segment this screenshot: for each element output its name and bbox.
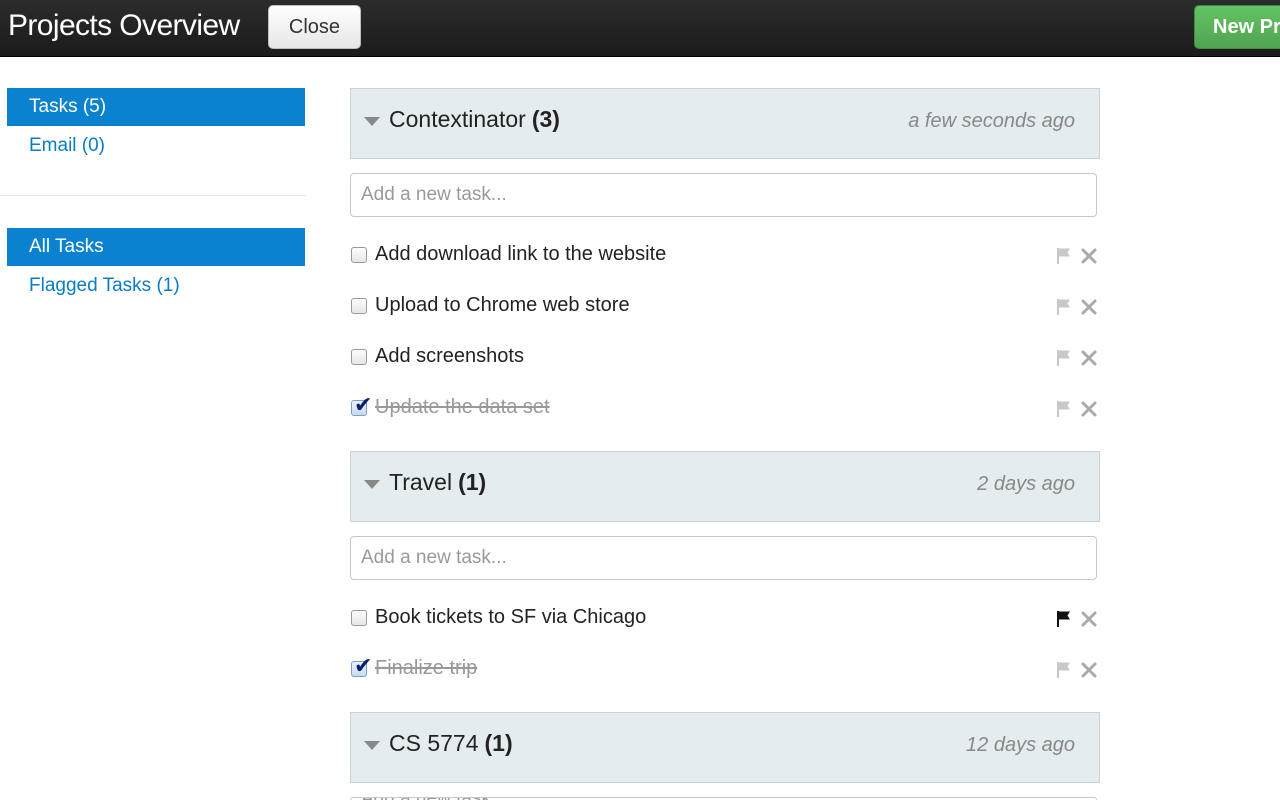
- delete-x-icon[interactable]: [1080, 247, 1098, 265]
- task-text[interactable]: Book tickets to SF via Chicago: [375, 606, 646, 629]
- project-name-cs-5774: CS 5774 (1): [389, 730, 513, 757]
- project-count: (1): [484, 730, 513, 756]
- project-name-contextinator: Contextinator (3): [389, 106, 560, 133]
- new-task-input-travel[interactable]: [350, 536, 1097, 580]
- flag-icon[interactable]: [1056, 247, 1072, 265]
- page-title: Projects Overview: [8, 9, 240, 42]
- delete-x-icon[interactable]: [1080, 349, 1098, 367]
- delete-x-icon[interactable]: [1080, 610, 1098, 628]
- collapse-caret-icon[interactable]: [364, 480, 380, 489]
- task-text[interactable]: Upload to Chrome web store: [375, 294, 630, 317]
- project-name-travel: Travel (1): [389, 469, 486, 496]
- task-checkbox-checked[interactable]: ✔: [351, 393, 372, 417]
- project-header-travel[interactable]: Travel (1) 2 days ago: [350, 451, 1100, 522]
- task-checkbox[interactable]: [351, 610, 367, 626]
- sidebar-item-flagged-tasks[interactable]: Flagged Tasks (1): [7, 267, 305, 305]
- project-header-contextinator[interactable]: Contextinator (3) a few seconds ago: [350, 88, 1100, 159]
- collapse-caret-icon[interactable]: [364, 117, 380, 126]
- sidebar-item-email[interactable]: Email (0): [7, 127, 305, 165]
- task-text-completed[interactable]: Finalize trip: [375, 657, 477, 680]
- delete-x-icon[interactable]: [1080, 298, 1098, 316]
- task-checkbox[interactable]: [351, 298, 367, 314]
- task-text-completed[interactable]: Update the data set: [375, 396, 550, 419]
- top-bar: Projects Overview Close New Pr: [0, 0, 1280, 57]
- project-updated-time: 12 days ago: [966, 734, 1075, 756]
- checkmark-icon: ✔: [354, 653, 373, 678]
- flag-icon[interactable]: [1056, 349, 1072, 367]
- flag-icon[interactable]: [1056, 661, 1072, 679]
- delete-x-icon[interactable]: [1080, 661, 1098, 679]
- project-updated-time: a few seconds ago: [908, 110, 1075, 132]
- task-row: ✔ Update the data set: [350, 391, 1100, 425]
- close-button[interactable]: Close: [268, 5, 361, 49]
- collapse-caret-icon[interactable]: [364, 741, 380, 750]
- task-text[interactable]: Add screenshots: [375, 345, 524, 368]
- task-row: Add download link to the website: [350, 238, 1100, 272]
- checkmark-icon: ✔: [354, 392, 373, 417]
- flag-icon[interactable]: [1056, 400, 1072, 418]
- project-count: (3): [531, 106, 560, 132]
- task-checkbox-checked[interactable]: ✔: [351, 654, 372, 678]
- new-project-button[interactable]: New Pr: [1194, 5, 1280, 49]
- task-checkbox[interactable]: [351, 247, 367, 263]
- project-name-label: CS 5774: [389, 730, 479, 756]
- flag-icon-flagged[interactable]: [1056, 610, 1072, 628]
- delete-x-icon[interactable]: [1080, 400, 1098, 418]
- sidebar-item-all-tasks[interactable]: All Tasks: [7, 228, 305, 266]
- project-updated-time: 2 days ago: [977, 473, 1075, 495]
- sidebar-item-tasks[interactable]: Tasks (5): [7, 88, 305, 126]
- task-row: Book tickets to SF via Chicago: [350, 601, 1100, 635]
- project-name-label: Travel: [389, 469, 453, 495]
- task-text[interactable]: Add download link to the website: [375, 243, 666, 266]
- project-name-label: Contextinator: [389, 106, 526, 132]
- project-header-cs-5774[interactable]: CS 5774 (1) 12 days ago: [350, 712, 1100, 783]
- flag-icon[interactable]: [1056, 298, 1072, 316]
- task-row: Add screenshots: [350, 340, 1100, 374]
- project-count: (1): [458, 469, 487, 495]
- task-row: Upload to Chrome web store: [350, 289, 1100, 323]
- task-row: ✔ Finalize trip: [350, 652, 1100, 686]
- sidebar-divider: [0, 195, 306, 196]
- new-task-input-contextinator[interactable]: [350, 173, 1097, 217]
- task-checkbox[interactable]: [351, 349, 367, 365]
